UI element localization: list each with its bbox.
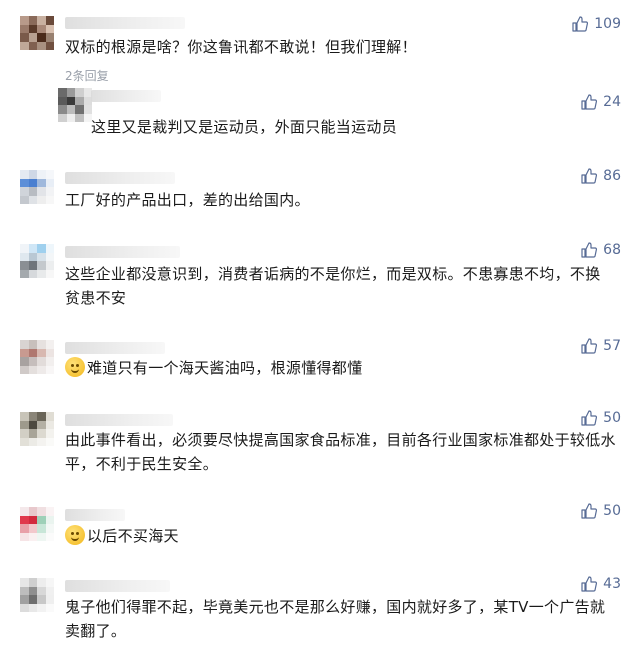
username-blurred (65, 580, 170, 592)
avatar[interactable] (20, 170, 54, 204)
thumb-up-icon (581, 168, 598, 184)
like-count: 24 (603, 94, 621, 110)
comment-text-row: 以后不买海天 (65, 524, 585, 548)
like-count: 86 (603, 168, 621, 184)
like-button[interactable]: 50 (581, 503, 621, 519)
avatar[interactable] (58, 88, 92, 122)
like-count: 68 (603, 242, 621, 258)
avatar[interactable] (20, 16, 54, 50)
thumb-up-icon (581, 576, 598, 592)
avatar[interactable] (20, 412, 54, 446)
username-blurred (65, 342, 165, 354)
comment-text: 由此事件看出，必须要尽快提高国家食品标准，目前各行业国家标准都处于较低水平，不利… (65, 431, 616, 473)
comment-text-row: 难道只有一个海天酱油吗，根源懂得都懂 (65, 356, 585, 380)
like-button[interactable]: 43 (581, 576, 621, 592)
thumb-up-icon (581, 242, 598, 258)
thumb-up-icon (572, 16, 589, 32)
username-blurred (65, 172, 175, 184)
thumb-up-icon (581, 94, 598, 110)
like-button[interactable]: 68 (581, 242, 621, 258)
thumb-up-icon (581, 338, 598, 354)
comment-text: 这些企业都没意识到，消费者诟病的不是你烂，而是双标。不患寡患不均，不换贫患不安 (65, 265, 601, 307)
avatar[interactable] (20, 578, 54, 612)
like-count: 50 (603, 503, 621, 519)
username-blurred (65, 17, 185, 29)
thumb-up-icon (581, 410, 598, 426)
comment-text: 以后不买海天 (87, 527, 179, 545)
comment-text: 难道只有一个海天酱油吗，根源懂得都懂 (87, 359, 363, 377)
thinking-emoji-icon (65, 357, 85, 377)
username-blurred (65, 414, 173, 426)
like-button[interactable]: 50 (581, 410, 621, 426)
like-count: 50 (603, 410, 621, 426)
avatar[interactable] (20, 244, 54, 278)
comment-text: 这里又是裁判又是运动员，外面只能当运动员 (91, 118, 398, 136)
like-count: 57 (603, 338, 621, 354)
like-button[interactable]: 86 (581, 168, 621, 184)
username-blurred (91, 90, 161, 102)
avatar[interactable] (20, 507, 54, 541)
like-button[interactable]: 57 (581, 338, 621, 354)
smile-emoji-icon (65, 525, 85, 545)
thumb-up-icon (581, 503, 598, 519)
like-count: 109 (594, 16, 621, 32)
avatar[interactable] (20, 340, 54, 374)
like-count: 43 (603, 576, 621, 592)
username-blurred (65, 509, 125, 521)
username-blurred (65, 246, 180, 258)
like-button[interactable]: 109 (572, 16, 621, 32)
comment-text: 双标的根源是啥？你这鲁讯都不敢说！但我们理解！ (65, 38, 417, 56)
like-button[interactable]: 24 (581, 94, 621, 110)
comment-text: 工厂好的产品出口，差的出给国内。 (65, 191, 310, 209)
comment-text: 鬼子他们得罪不起，毕竟美元也不是那么好赚，国内就好多了，某TV一个广告就卖翻了。 (65, 598, 606, 640)
replies-link[interactable]: 2条回复 (65, 67, 109, 84)
